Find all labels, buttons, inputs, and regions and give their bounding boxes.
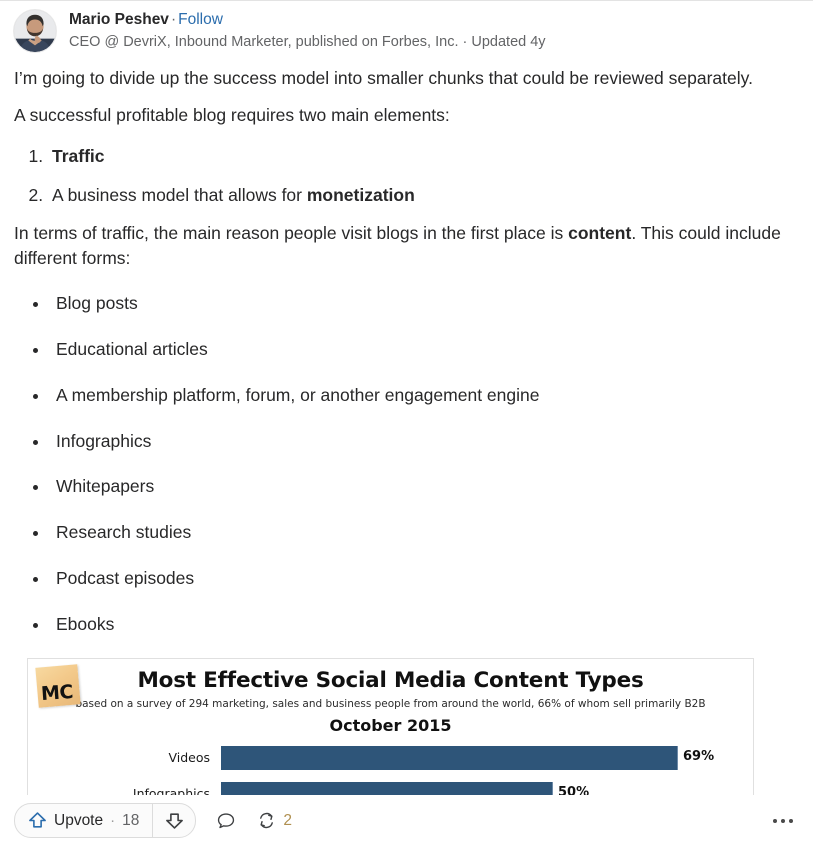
avatar[interactable] bbox=[13, 9, 57, 53]
bar-track: 69% bbox=[221, 745, 753, 770]
author-byline: CEO @ DevriX, Inbound Marketer, publishe… bbox=[69, 33, 546, 50]
list-item: Traffic bbox=[48, 144, 799, 169]
paragraph-content-forms: In terms of traffic, the main reason peo… bbox=[14, 221, 799, 271]
user-photo-avatar-icon bbox=[14, 10, 56, 52]
more-horizontal-icon bbox=[773, 818, 777, 823]
list-item: Educational articles bbox=[50, 337, 799, 362]
upvote-separator: · bbox=[110, 812, 116, 829]
more-horizontal-icon bbox=[781, 818, 785, 823]
paragraph3-bold: content bbox=[568, 223, 632, 244]
share-button[interactable]: 2 bbox=[256, 810, 292, 831]
numbered-item-prefix-2: A business model that allows for bbox=[52, 184, 307, 205]
comment-button[interactable] bbox=[216, 811, 236, 831]
more-horizontal-icon bbox=[789, 818, 793, 823]
upvote-arrow-icon bbox=[29, 812, 46, 828]
bar-value-label: 69% bbox=[683, 748, 715, 764]
follow-link[interactable]: Follow bbox=[178, 11, 223, 28]
upvote-button[interactable]: Upvote · 18 bbox=[15, 804, 154, 837]
downvote-button[interactable] bbox=[153, 804, 195, 837]
list-item: Whitepapers bbox=[50, 474, 799, 499]
paragraph-elements-lead: A successful profitable blog requires tw… bbox=[14, 104, 450, 125]
answer-card: Mario Peshev · Follow CEO @ DevriX, Inboun… bbox=[0, 0, 813, 846]
action-bar: Upvote · 18 2 bbox=[0, 795, 813, 846]
repost-arrows-icon bbox=[260, 812, 274, 829]
list-item: Podcast episodes bbox=[50, 566, 799, 591]
numbered-item-bold-2: monetization bbox=[306, 184, 415, 205]
share-count: 2 bbox=[283, 811, 292, 829]
upvote-label: Upvote bbox=[54, 811, 104, 829]
numbered-item-bold-1: Traffic bbox=[52, 145, 105, 166]
bar-fill bbox=[221, 745, 678, 770]
list-item: Research studies bbox=[50, 520, 799, 545]
bullet-list: Blog posts Educational articles A member… bbox=[14, 291, 799, 637]
logo-text: MC bbox=[40, 680, 74, 705]
infographic-date: October 2015 bbox=[329, 715, 452, 735]
downvote-arrow-icon bbox=[165, 813, 183, 829]
paragraph3-prefix: In terms of traffic, the main reason peo… bbox=[14, 223, 569, 244]
infographic-image[interactable]: MC Most Effective Social Media Content T… bbox=[27, 657, 754, 810]
chart-bar-row: Videos 69% bbox=[28, 744, 753, 772]
author-separator: · bbox=[170, 11, 177, 28]
answer-body: I’m going to divide up the success model… bbox=[0, 66, 813, 637]
list-item: Ebooks bbox=[50, 612, 799, 637]
upvote-count: 18 bbox=[122, 811, 140, 829]
author-name[interactable]: Mario Peshev bbox=[69, 11, 169, 28]
more-options-button[interactable] bbox=[767, 813, 799, 829]
list-item: A business model that allows for monetiz… bbox=[48, 183, 799, 208]
author-header: Mario Peshev · Follow CEO @ DevriX, Inboun… bbox=[0, 1, 813, 53]
paragraph-intro: I’m going to divide up the success model… bbox=[14, 68, 753, 88]
infographic-title: Most Effective Social Media Content Type… bbox=[137, 667, 644, 693]
list-item: Blog posts bbox=[50, 291, 799, 316]
author-name-row: Mario Peshev · Follow bbox=[69, 10, 546, 30]
list-item: A membership platform, forum, or another… bbox=[50, 383, 799, 408]
marketingcharts-logo-icon: MC bbox=[35, 664, 85, 712]
bar-category-label: Videos bbox=[168, 750, 210, 766]
list-item: Infographics bbox=[50, 429, 799, 454]
vote-pill: Upvote · 18 bbox=[14, 803, 197, 838]
infographic-subtitle: based on a survey of 294 marketing, sale… bbox=[75, 697, 706, 710]
numbered-list: Traffic A business model that allows for… bbox=[14, 144, 799, 208]
comment-bubble-icon bbox=[218, 812, 235, 828]
author-text-block: Mario Peshev · Follow CEO @ DevriX, Inboun… bbox=[69, 9, 546, 51]
